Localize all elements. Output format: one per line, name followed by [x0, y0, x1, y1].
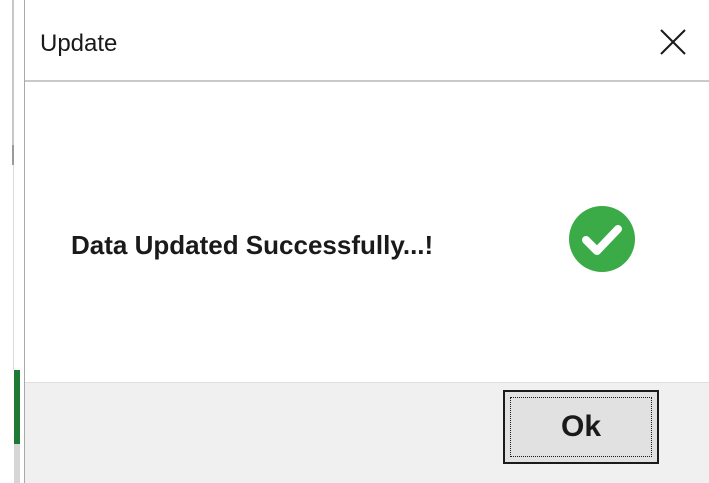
close-icon: [651, 22, 695, 62]
ok-button-label: Ok: [560, 410, 602, 443]
update-dialog: Update Data Updated Successfully...! Ok: [24, 0, 709, 483]
dialog-title: Update: [40, 30, 118, 57]
check-circle-icon: [568, 205, 636, 273]
dialog-body: Data Updated Successfully...!: [25, 82, 709, 382]
screen: Update Data Updated Successfully...! Ok: [0, 0, 709, 483]
ok-button[interactable]: Ok: [503, 390, 659, 464]
background-app-edge: [0, 0, 24, 483]
background-divider: [14, 444, 20, 483]
background-divider: [12, 145, 14, 165]
close-button[interactable]: [651, 22, 695, 62]
dialog-title-bar[interactable]: Update: [25, 0, 709, 82]
background-divider: [12, 0, 14, 145]
dialog-footer: Ok: [25, 382, 709, 483]
background-green-tab: [14, 370, 20, 444]
success-message: Data Updated Successfully...!: [71, 230, 434, 260]
background-divider: [13, 165, 14, 370]
